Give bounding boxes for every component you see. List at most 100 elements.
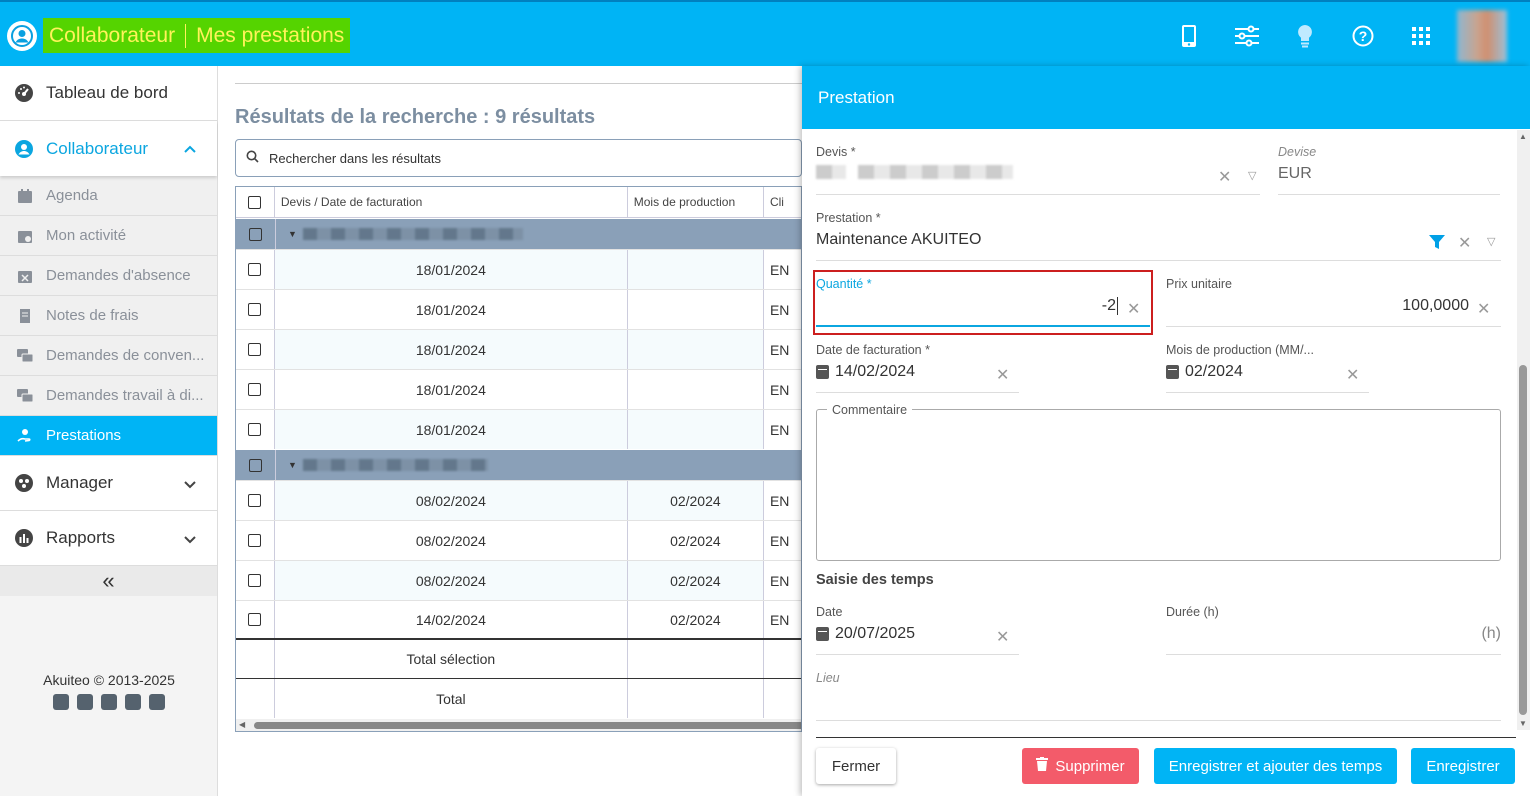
table-row[interactable]: 18/01/2024 EN	[236, 409, 801, 449]
supprimer-button[interactable]: Supprimer	[1022, 748, 1139, 784]
row-checkbox[interactable]	[248, 423, 262, 436]
fermer-button[interactable]: Fermer	[816, 748, 896, 784]
user-circle-icon[interactable]	[7, 21, 37, 51]
linkedin-icon[interactable]	[101, 694, 117, 710]
select-all-checkbox[interactable]	[248, 195, 262, 209]
cell-client: EN	[769, 532, 790, 549]
sidebar-item-label: Manager	[46, 473, 114, 492]
sidebar-item-notes-de-frais[interactable]: Notes de frais	[0, 296, 217, 336]
table-row[interactable]: 08/02/2024 02/2024 EN	[236, 480, 801, 520]
group-checkbox[interactable]	[249, 458, 262, 472]
lieu-field[interactable]: Lieu	[816, 671, 1501, 721]
chart-social-icon[interactable]	[53, 694, 69, 710]
table-row[interactable]: 18/01/2024 EN	[236, 369, 801, 409]
devis-field[interactable]: Devis * ✕ ▽	[816, 145, 1260, 195]
quantite-field[interactable]: Quantité * -2 ✕	[816, 277, 1150, 327]
sidebar-item-demandes-absence[interactable]: Demandes d'absence	[0, 256, 217, 296]
mois-production-field[interactable]: Mois de production (MM/... 02/2024 ✕	[1166, 343, 1369, 393]
table-row[interactable]: 18/01/2024 EN	[236, 329, 801, 369]
mobile-icon[interactable]	[1176, 23, 1202, 49]
dropdown-icon[interactable]: ▽	[1487, 235, 1495, 248]
table-row[interactable]: 14/02/2024 02/2024 EN	[236, 600, 801, 638]
lightbulb-icon[interactable]	[1292, 23, 1318, 49]
prestation-field[interactable]: Prestation * Maintenance AKUITEO ✕ ▽	[816, 211, 1501, 261]
duree-unit: (h)	[1481, 625, 1501, 642]
row-checkbox[interactable]	[248, 534, 262, 547]
chevron-up-icon[interactable]	[183, 139, 197, 159]
row-checkbox[interactable]	[248, 574, 262, 587]
apps-grid-icon[interactable]	[1408, 23, 1434, 49]
table-row[interactable]: 08/02/2024 02/2024 EN	[236, 560, 801, 600]
column-header[interactable]: Devis / Date de facturation	[275, 187, 628, 217]
search-input[interactable]: Rechercher dans les résultats	[235, 139, 802, 177]
caret-down-icon[interactable]: ▼	[288, 229, 297, 239]
clear-icon[interactable]: ✕	[1218, 167, 1231, 187]
sliders-icon[interactable]	[1234, 23, 1260, 49]
row-checkbox[interactable]	[248, 494, 262, 507]
breadcrumb-section[interactable]: Collaborateur	[49, 24, 175, 48]
row-checkbox[interactable]	[248, 613, 262, 626]
table-row[interactable]: 08/02/2024 02/2024 EN	[236, 520, 801, 560]
sidebar-item-manager[interactable]: Manager	[0, 456, 217, 511]
sidebar-item-prestations[interactable]: Prestations	[0, 416, 217, 456]
bluesky-icon[interactable]	[77, 694, 93, 710]
clear-icon[interactable]: ✕	[1346, 365, 1359, 385]
scroll-up-icon[interactable]: ▲	[1519, 132, 1527, 141]
sidebar-item-collaborateur[interactable]: Collaborateur	[0, 121, 217, 176]
duree-field[interactable]: Durée (h) (h)	[1166, 605, 1501, 655]
vertical-scrollbar[interactable]: ▲ ▼	[1517, 130, 1530, 730]
row-checkbox[interactable]	[248, 263, 262, 276]
prix-unitaire-field[interactable]: Prix unitaire 100,0000 ✕	[1166, 277, 1501, 327]
sidebar-item-demandes-travail-distance[interactable]: Demandes travail à di...	[0, 376, 217, 416]
sidebar-item-demandes-convention[interactable]: Demandes de conven...	[0, 336, 217, 376]
instagram-icon[interactable]	[149, 694, 165, 710]
main-content: Résultats de la recherche : 9 résultats …	[218, 66, 802, 796]
filter-icon[interactable]	[1429, 235, 1445, 254]
column-header[interactable]: Mois de production	[628, 187, 764, 217]
quantite-value[interactable]: -2	[1102, 297, 1116, 315]
cell-client: EN	[769, 421, 790, 438]
avatar[interactable]	[1457, 10, 1507, 62]
chevron-down-icon[interactable]	[183, 529, 197, 549]
cell-date: 08/02/2024	[275, 521, 628, 560]
sidebar-item-agenda[interactable]: Agenda	[0, 176, 217, 216]
row-checkbox[interactable]	[248, 383, 262, 396]
enregistrer-ajouter-temps-button[interactable]: Enregistrer et ajouter des temps	[1154, 748, 1397, 784]
clear-icon[interactable]: ✕	[1127, 299, 1140, 319]
dropdown-icon[interactable]: ▽	[1248, 169, 1256, 182]
scroll-left-icon[interactable]: ◀	[239, 720, 245, 729]
help-icon[interactable]: ?	[1350, 23, 1376, 49]
sidebar-item-tableau-de-bord[interactable]: Tableau de bord	[0, 66, 217, 121]
sidebar-item-mon-activite[interactable]: Mon activité	[0, 216, 217, 256]
cell-date: 18/01/2024	[275, 290, 628, 329]
breadcrumb-page: Mes prestations	[196, 23, 345, 47]
date-field[interactable]: Date 20/07/2025 ✕	[816, 605, 1019, 655]
row-checkbox[interactable]	[248, 303, 262, 316]
clear-icon[interactable]: ✕	[996, 627, 1009, 647]
commentaire-textarea[interactable]: Commentaire	[816, 403, 1501, 561]
clear-icon[interactable]: ✕	[1458, 233, 1471, 253]
table-row[interactable]: 18/01/2024 EN	[236, 249, 801, 289]
scroll-down-icon[interactable]: ▼	[1519, 719, 1527, 728]
date-facturation-field[interactable]: Date de facturation * 14/02/2024 ✕	[816, 343, 1019, 393]
table-row[interactable]: 18/01/2024 EN	[236, 289, 801, 329]
calendar-icon[interactable]	[1166, 365, 1179, 379]
caret-down-icon[interactable]: ▼	[288, 460, 297, 470]
sidebar-item-rapports[interactable]: Rapports	[0, 511, 217, 566]
clear-icon[interactable]: ✕	[1477, 299, 1490, 319]
row-checkbox[interactable]	[248, 343, 262, 356]
chevron-down-icon[interactable]	[183, 474, 197, 494]
facebook-icon[interactable]	[125, 694, 141, 710]
group-row[interactable]: ▼	[236, 219, 801, 249]
prix-value[interactable]: 100,0000	[1166, 297, 1501, 315]
sidebar-collapse-button[interactable]: «	[0, 566, 217, 596]
horizontal-scrollbar[interactable]: ◀	[236, 719, 801, 731]
calendar-icon[interactable]	[816, 365, 829, 379]
group-row[interactable]: ▼	[236, 450, 801, 480]
group-checkbox[interactable]	[249, 227, 262, 241]
enregistrer-button[interactable]: Enregistrer	[1411, 748, 1515, 784]
clear-icon[interactable]: ✕	[996, 365, 1009, 385]
calendar-icon[interactable]	[816, 627, 829, 641]
cell-mois	[628, 290, 764, 329]
column-header[interactable]: Cli	[764, 187, 801, 217]
